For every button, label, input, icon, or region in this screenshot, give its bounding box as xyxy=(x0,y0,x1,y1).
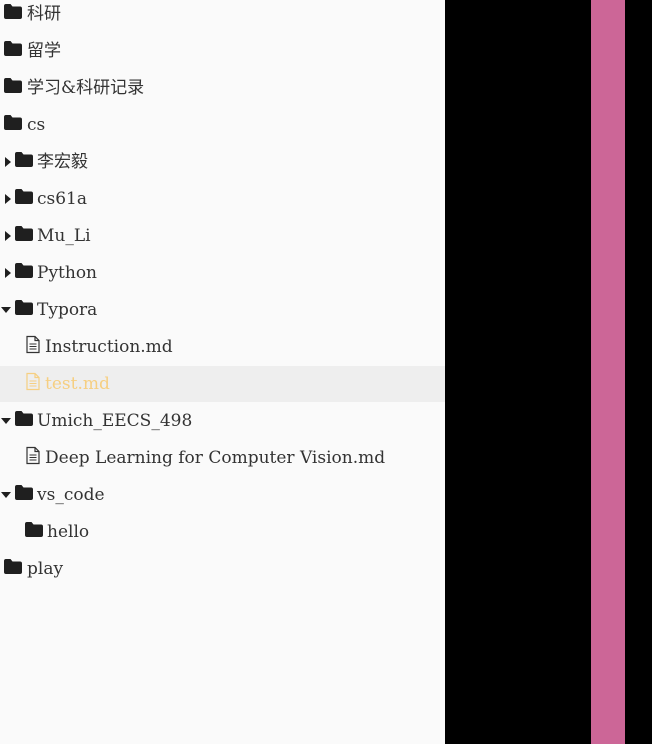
folder-icon xyxy=(15,189,33,209)
tree-item-folder[interactable]: 李宏毅 xyxy=(0,144,445,180)
tree-item-folder[interactable]: hello xyxy=(0,514,445,550)
folder-icon xyxy=(4,41,22,61)
caret-right-icon[interactable] xyxy=(5,157,11,167)
folder-icon xyxy=(4,78,22,98)
tree-item-folder[interactable]: cs61a xyxy=(0,181,445,217)
app-window: 科研 留学 学习&科研记录 cs 李宏毅 cs61a Mu_Li Python … xyxy=(0,0,652,744)
folder-icon xyxy=(15,263,33,283)
tree-item-file[interactable]: Deep Learning for Computer Vision.md xyxy=(0,440,445,476)
accent-bar xyxy=(591,0,625,744)
tree-item-label: 留学 xyxy=(27,41,61,61)
caret-right-icon[interactable] xyxy=(5,268,11,278)
folder-icon xyxy=(4,4,22,24)
tree-item-folder[interactable]: 科研 xyxy=(0,0,445,32)
caret-down-icon[interactable] xyxy=(1,307,11,313)
tree-item-label: test.md xyxy=(45,374,110,394)
file-icon xyxy=(26,335,40,359)
tree-item-label: hello xyxy=(47,522,90,542)
tree-item-folder[interactable]: cs xyxy=(0,107,445,143)
folder-icon xyxy=(4,115,22,135)
folder-icon xyxy=(4,559,22,579)
folder-icon xyxy=(15,226,33,246)
tree-item-file-active[interactable]: test.md xyxy=(0,366,445,402)
tree-item-folder[interactable]: Python xyxy=(0,255,445,291)
tree-item-folder[interactable]: Umich_EECS_498 xyxy=(0,403,445,439)
folder-icon xyxy=(15,485,33,505)
tree-item-label: vs_code xyxy=(37,485,105,505)
tree-item-label: Umich_EECS_498 xyxy=(37,411,193,431)
tree-item-label: Mu_Li xyxy=(37,226,91,246)
file-tree-sidebar: 科研 留学 学习&科研记录 cs 李宏毅 cs61a Mu_Li Python … xyxy=(0,0,445,744)
folder-icon xyxy=(15,411,33,431)
caret-right-icon[interactable] xyxy=(5,231,11,241)
tree-item-label: Python xyxy=(37,263,98,283)
tree-item-folder[interactable]: vs_code xyxy=(0,477,445,513)
right-edge-panel xyxy=(625,0,652,744)
tree-item-label: 学习&科研记录 xyxy=(27,78,145,98)
editor-area-dark xyxy=(445,0,591,744)
tree-item-label: Instruction.md xyxy=(45,337,173,357)
tree-item-folder[interactable]: play xyxy=(0,551,445,587)
tree-item-folder[interactable]: Typora xyxy=(0,292,445,328)
tree-item-label: Typora xyxy=(37,300,98,320)
tree-item-folder[interactable]: 学习&科研记录 xyxy=(0,70,445,106)
folder-icon xyxy=(15,152,33,172)
folder-icon xyxy=(25,522,43,542)
tree-item-label: cs xyxy=(27,115,46,135)
file-icon xyxy=(26,446,40,470)
tree-item-folder[interactable]: Mu_Li xyxy=(0,218,445,254)
tree-item-label: 李宏毅 xyxy=(37,152,88,172)
caret-right-icon[interactable] xyxy=(5,194,11,204)
file-icon xyxy=(26,372,40,396)
caret-down-icon[interactable] xyxy=(1,492,11,498)
tree-item-folder[interactable]: 留学 xyxy=(0,33,445,69)
tree-item-file[interactable]: Instruction.md xyxy=(0,329,445,365)
tree-item-label: cs61a xyxy=(37,189,88,209)
tree-item-label: 科研 xyxy=(27,4,61,24)
tree-item-label: Deep Learning for Computer Vision.md xyxy=(45,448,386,468)
folder-icon xyxy=(15,300,33,320)
tree-item-label: play xyxy=(27,559,64,579)
caret-down-icon[interactable] xyxy=(1,418,11,424)
